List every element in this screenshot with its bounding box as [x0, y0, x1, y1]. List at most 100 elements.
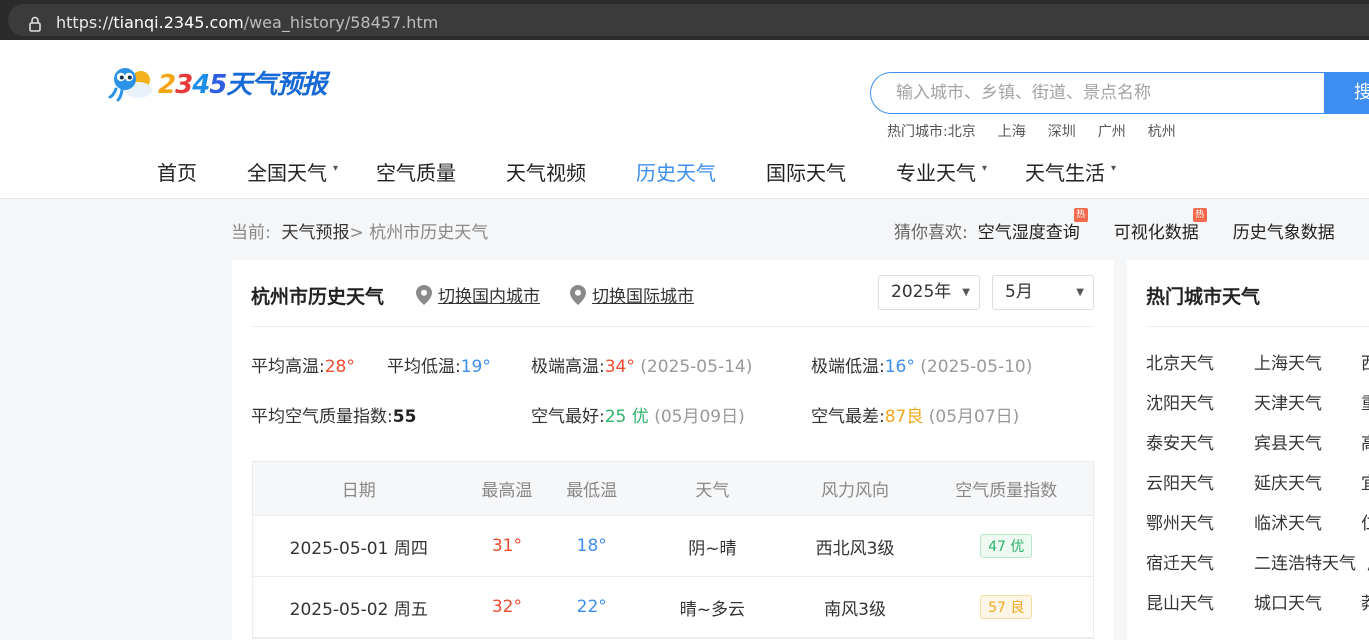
city-weather-link[interactable]: 北京天气 [1146, 349, 1214, 374]
cell-high-temp: 31° [491, 536, 522, 556]
stat-best-air: 空气最好:25 优 (05月09日) [531, 407, 745, 427]
chevron-down-icon: ▼ [1076, 287, 1084, 298]
cell-aqi: 57 良 [919, 595, 1093, 619]
aqi-badge: 57 良 [980, 595, 1033, 619]
city-weather-link[interactable]: 高 [1361, 429, 1369, 454]
nav-item-weather-life[interactable]: 天气生活 ▾ [1025, 157, 1135, 187]
column-header: 最低温 [566, 481, 618, 501]
city-weather-link[interactable]: 重 [1361, 389, 1369, 414]
hot-badge: 热 [1192, 208, 1207, 222]
column-header: 风力风向 [821, 481, 890, 501]
history-weather-table: 日期 最高温 最低温 天气 风力风向 空气质量指数 2025-05-01 周四 … [252, 461, 1094, 639]
city-weather-link[interactable]: 上海天气 [1254, 349, 1322, 374]
table-row: 2025-05-01 周四 31° 18° 阴~晴 西北风3级 47 优 [253, 516, 1093, 577]
location-pin-icon [416, 284, 432, 305]
hot-city-grid: 北京天气 上海天气 西 沈阳天气 天津天气 重 泰安天气 宾县天气 高 云阳天气… [1146, 349, 1369, 629]
mascot-logo-icon [108, 68, 152, 102]
panel-divider [1146, 326, 1369, 327]
city-row: 北京天气 上海天气 西 [1146, 349, 1369, 389]
cell-low-temp: 18° [576, 536, 607, 556]
cell-weather: 晴~多云 [679, 599, 746, 620]
nav-item-home[interactable]: 首页 [157, 157, 247, 187]
site-header: 2345天气预报 搜索 热门城市:北京 上海 深圳 广州 杭州 首页 全国天气▾… [0, 40, 1369, 199]
aqi-badge: 47 优 [980, 534, 1033, 558]
city-weather-link[interactable]: 宾县天气 [1254, 429, 1322, 454]
guess-link-visual-data[interactable]: 可视化数据热 [1114, 208, 1207, 243]
city-weather-link[interactable]: 云阳天气 [1146, 469, 1214, 494]
cell-high-temp: 32° [491, 597, 522, 617]
column-header: 最高温 [481, 481, 533, 501]
hot-city-link[interactable]: 上海 [998, 121, 1026, 141]
city-weather-link[interactable]: 天津天气 [1254, 389, 1322, 414]
guess-link-humidity[interactable]: 空气湿度查询热 [978, 208, 1088, 243]
nav-item-pro-weather[interactable]: 专业天气 ▾ [896, 157, 1025, 187]
stat-avg-low: 平均低温:19° [387, 357, 491, 377]
city-weather-link[interactable]: 城口天气 [1254, 589, 1322, 614]
chevron-down-icon: ▼ [962, 287, 970, 298]
city-weather-link[interactable]: 宿迁天气 [1146, 549, 1214, 574]
hot-cities-label: 热门城市: [887, 124, 948, 140]
hot-city-link[interactable]: 杭州 [1148, 121, 1176, 141]
column-header: 日期 [341, 481, 376, 501]
city-row: 沈阳天气 天津天气 重 [1146, 389, 1369, 429]
chevron-down-icon: ▾ [333, 163, 339, 174]
stat-worst-air: 空气最差:87良 (05月07日) [811, 407, 1020, 427]
cell-aqi: 47 优 [919, 534, 1093, 558]
cell-low-temp: 22° [576, 597, 607, 617]
nav-item-national-weather[interactable]: 全国天气 ▾ [247, 157, 376, 187]
year-select[interactable]: 2025年 ▼ [878, 275, 980, 310]
hot-badge: 热 [1073, 208, 1088, 222]
guess-you-like: 猜你喜欢: 空气湿度查询热 可视化数据热 历史气象数据 [894, 208, 1335, 243]
breadcrumb-current: 杭州市历史天气 [369, 223, 489, 243]
chevron-down-icon: ▾ [982, 163, 988, 174]
nav-item-history-weather[interactable]: 历史天气 [636, 157, 766, 187]
switch-international-city-link[interactable]: 切换国际城市 [570, 282, 694, 307]
card-divider [251, 326, 1094, 327]
table-row: 2025-05-02 周五 32° 22° 晴~多云 南风3级 57 良 [253, 577, 1093, 638]
column-header: 空气质量指数 [955, 481, 1058, 501]
city-weather-link[interactable]: 莽 [1361, 589, 1369, 614]
location-pin-icon [570, 284, 586, 305]
hot-city-link[interactable]: 北京 [948, 121, 976, 141]
switch-domestic-city-link[interactable]: 切换国内城市 [416, 282, 540, 307]
lock-icon [29, 16, 41, 32]
stat-extreme-high: 极端高温:34° (2025-05-14) [531, 357, 753, 377]
city-weather-link[interactable]: 沈阳天气 [1146, 389, 1214, 414]
breadcrumb: 当前: 天气预报> 杭州市历史天气 [231, 218, 488, 243]
cell-wind: 南风3级 [824, 599, 886, 620]
city-weather-link[interactable]: 仁 [1361, 509, 1369, 534]
city-weather-link[interactable]: 鄂州天气 [1146, 509, 1214, 534]
logo-wordmark: 2345天气预报 [158, 69, 327, 100]
city-weather-link[interactable]: 昆山天气 [1146, 589, 1214, 614]
hot-city-link[interactable]: 广州 [1098, 121, 1126, 141]
city-weather-link[interactable]: 西 [1361, 349, 1369, 374]
nav-item-weather-video[interactable]: 天气视频 [506, 157, 636, 187]
cell-date: 2025-05-02 周五 [289, 599, 428, 620]
address-field[interactable]: https://tianqi.2345.com/wea_history/5845… [8, 4, 1369, 36]
column-header: 天气 [695, 481, 730, 501]
browser-url-bar: https://tianqi.2345.com/wea_history/5845… [0, 0, 1369, 40]
cell-date: 2025-05-01 周四 [289, 538, 428, 559]
hot-city-link[interactable]: 深圳 [1048, 121, 1076, 141]
nav-item-international-weather[interactable]: 国际天气 [766, 157, 896, 187]
main-nav: 首页 全国天气 ▾ 空气质量 天气视频 历史天气 国际天气 专业天气 ▾ 天气生活 ▾ [157, 157, 1135, 187]
guess-link-history-data[interactable]: 历史气象数据 [1233, 218, 1335, 243]
nav-item-air-quality[interactable]: 空气质量 [376, 157, 506, 187]
city-weather-link[interactable]: 二连浩特天气 [1254, 549, 1356, 574]
stat-avg-aqi: 平均空气质量指数:55 [251, 407, 417, 427]
table-header: 日期 最高温 最低温 天气 风力风向 空气质量指数 [253, 462, 1093, 516]
city-row: 鄂州天气 临沭天气 仁 [1146, 509, 1369, 549]
card-title: 杭州市历史天气 [251, 286, 385, 308]
stat-avg-high: 平均高温:28° [251, 357, 355, 377]
breadcrumb-home-link[interactable]: 天气预报 [282, 223, 350, 243]
city-weather-link[interactable]: 临沭天气 [1254, 509, 1322, 534]
panel-title: 热门城市天气 [1146, 286, 1261, 308]
search-input[interactable] [870, 72, 1325, 114]
city-weather-link[interactable]: 延庆天气 [1254, 469, 1322, 494]
month-select[interactable]: 5月 ▼ [992, 275, 1094, 310]
search-box: 搜索 [870, 72, 1369, 114]
city-weather-link[interactable]: 宜 [1361, 469, 1369, 494]
site-logo[interactable]: 2345天气预报 [108, 62, 327, 102]
search-button[interactable]: 搜索 [1324, 72, 1369, 114]
city-weather-link[interactable]: 泰安天气 [1146, 429, 1214, 454]
